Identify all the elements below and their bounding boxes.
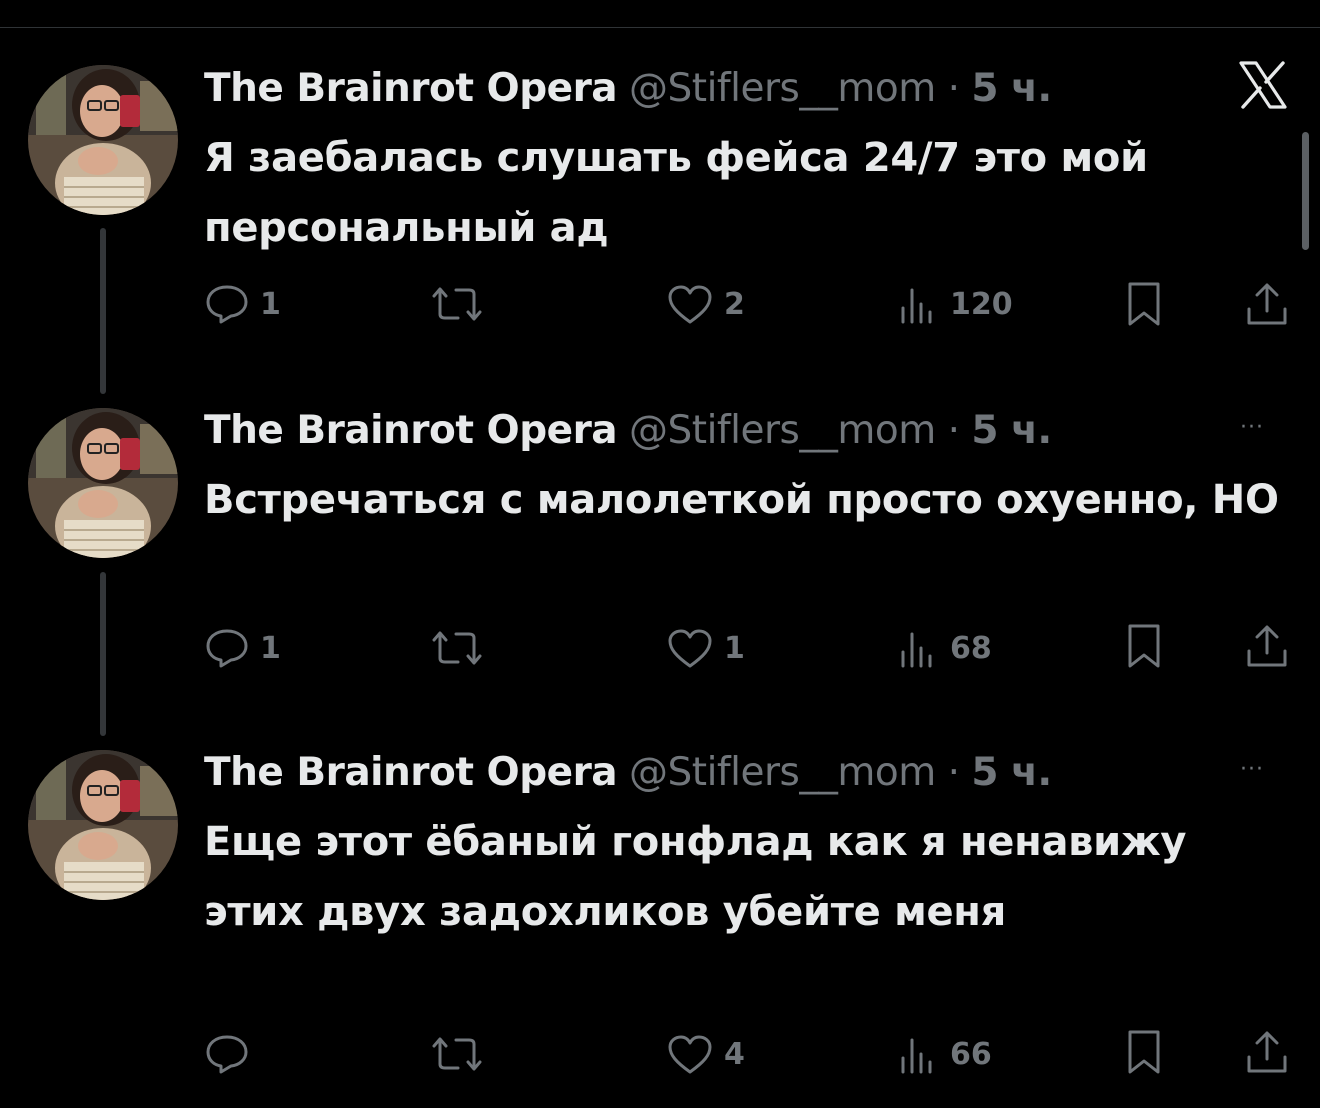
avatar[interactable] — [28, 408, 178, 558]
tweet-header: The Brainrot Opera @Stiflers__mom · 5 ч. — [204, 65, 1052, 113]
avatar[interactable] — [28, 750, 178, 900]
heart-icon — [668, 1035, 712, 1074]
repost-icon — [432, 1037, 482, 1071]
author-handle[interactable]: @Stiflers__mom — [629, 750, 936, 795]
author-name[interactable]: The Brainrot Opera — [204, 66, 618, 111]
x-logo-icon[interactable] — [1236, 58, 1290, 112]
share-button[interactable] — [1244, 282, 1290, 326]
bookmark-icon — [1128, 624, 1160, 668]
reply-count: 1 — [260, 630, 281, 666]
reply-icon — [206, 285, 248, 324]
top-divider — [0, 27, 1320, 28]
author-handle[interactable]: @Stiflers__mom — [629, 66, 936, 111]
share-button[interactable] — [1244, 624, 1290, 668]
views-icon — [901, 288, 932, 324]
more-icon[interactable]: ··· — [1240, 417, 1288, 439]
bookmark-icon — [1128, 282, 1160, 326]
avatar[interactable] — [28, 65, 178, 215]
tweet-time[interactable]: 5 ч. — [971, 750, 1052, 795]
views-button[interactable]: 66 — [896, 1032, 992, 1076]
separator-dot: · — [947, 408, 960, 453]
views-count: 120 — [950, 286, 1013, 322]
tweet-text: Встречаться с малолеткой просто охуенно,… — [204, 477, 1279, 523]
views-icon — [901, 632, 932, 668]
reply-button[interactable]: 1 — [204, 282, 281, 326]
repost-button[interactable] — [428, 1032, 496, 1076]
views-count: 68 — [950, 630, 992, 666]
bookmark-button[interactable] — [1124, 1030, 1164, 1074]
like-count: 2 — [724, 286, 745, 322]
bookmark-button[interactable] — [1124, 624, 1164, 668]
like-count: 4 — [724, 1036, 745, 1072]
reply-icon — [206, 1035, 248, 1074]
repost-button[interactable] — [428, 626, 496, 670]
tweet-text: Я заебалась слушать фейса 24/7 это мой п… — [204, 135, 1148, 251]
author-name[interactable]: The Brainrot Opera — [204, 750, 618, 795]
tweet-header: The Brainrot Opera @Stiflers__mom · 5 ч. — [204, 749, 1052, 797]
repost-icon — [432, 287, 482, 321]
reply-button[interactable] — [204, 1032, 260, 1076]
separator-dot: · — [947, 66, 960, 111]
like-count: 1 — [724, 630, 745, 666]
views-button[interactable]: 120 — [896, 282, 1013, 326]
like-button[interactable]: 2 — [666, 282, 745, 326]
author-handle[interactable]: @Stiflers__mom — [629, 408, 936, 453]
views-icon — [901, 1038, 932, 1074]
author-name[interactable]: The Brainrot Opera — [204, 408, 618, 453]
share-icon — [1247, 1031, 1287, 1073]
bookmark-button[interactable] — [1124, 282, 1164, 326]
like-button[interactable]: 4 — [666, 1032, 745, 1076]
repost-button[interactable] — [428, 282, 496, 326]
tweet-time[interactable]: 5 ч. — [971, 408, 1052, 453]
views-count: 66 — [950, 1036, 992, 1072]
separator-dot: · — [947, 750, 960, 795]
like-button[interactable]: 1 — [666, 626, 745, 670]
heart-icon — [668, 285, 712, 324]
tweet-time[interactable]: 5 ч. — [971, 66, 1052, 111]
reply-icon — [206, 629, 248, 668]
more-icon[interactable]: ··· — [1240, 759, 1288, 781]
scrollbar[interactable] — [1302, 132, 1309, 250]
tweet-text: Еще этот ёбаный гонфлад как я ненавижу э… — [204, 819, 1187, 935]
share-icon — [1247, 625, 1287, 667]
heart-icon — [668, 629, 712, 668]
thread-line — [100, 228, 106, 394]
views-button[interactable]: 68 — [896, 626, 992, 670]
tweet-header: The Brainrot Opera @Stiflers__mom · 5 ч. — [204, 407, 1052, 455]
share-icon — [1247, 283, 1287, 325]
thread-line — [100, 572, 106, 736]
repost-icon — [432, 631, 482, 665]
share-button[interactable] — [1244, 1030, 1290, 1074]
reply-button[interactable]: 1 — [204, 626, 281, 670]
reply-count: 1 — [260, 286, 281, 322]
bookmark-icon — [1128, 1030, 1160, 1074]
